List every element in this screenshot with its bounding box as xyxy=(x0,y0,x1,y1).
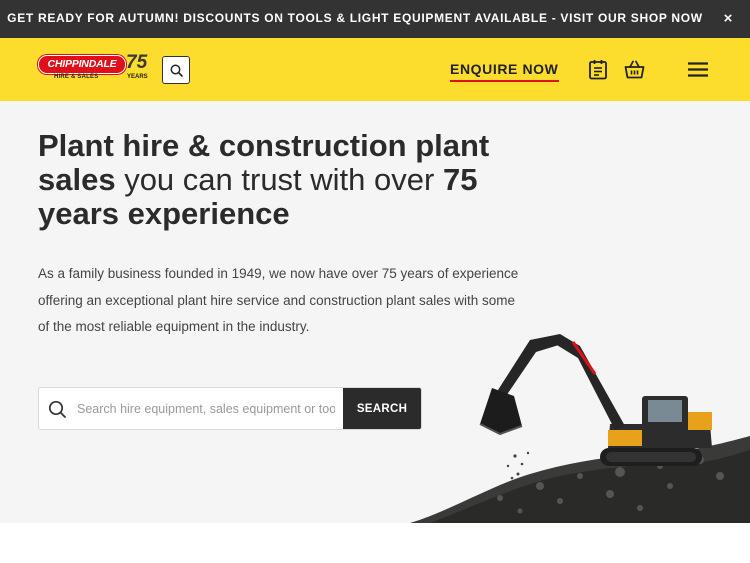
enquire-now-link[interactable]: ENQUIRE NOW xyxy=(450,61,559,82)
search-icon xyxy=(48,400,66,418)
company-logo[interactable]: CHIPPINDALE HIRE & SALES 75 YEARS xyxy=(38,52,150,83)
excavator-image xyxy=(410,334,750,523)
logo-anniversary-number: 75 xyxy=(126,52,148,73)
logo-anniversary-label: YEARS xyxy=(127,74,148,80)
equipment-search-input[interactable] xyxy=(77,388,335,429)
site-header: CHIPPINDALE HIRE & SALES 75 YEARS ENQUIR… xyxy=(0,38,750,101)
logo-brand: CHIPPINDALE xyxy=(38,55,126,74)
logo-tagline: HIRE & SALES xyxy=(54,74,99,80)
hero-headline: Plant hire & construction plant sales yo… xyxy=(38,129,518,231)
announcement-bar: GET READY FOR AUTUMN! DISCOUNTS ON TOOLS… xyxy=(0,0,750,38)
menu-icon[interactable] xyxy=(688,62,708,77)
equipment-search-form: SEARCH xyxy=(38,387,422,430)
headline-regular: you can trust with over xyxy=(115,162,443,197)
close-icon[interactable]: × xyxy=(720,11,736,27)
header-search-button[interactable] xyxy=(162,56,190,84)
announcement-text[interactable]: GET READY FOR AUTUMN! DISCOUNTS ON TOOLS… xyxy=(0,0,710,38)
search-icon xyxy=(170,64,183,77)
basket-icon[interactable] xyxy=(624,60,645,79)
hero-section: Plant hire & construction plant sales yo… xyxy=(0,101,750,523)
clipboard-list-icon[interactable] xyxy=(588,59,608,80)
